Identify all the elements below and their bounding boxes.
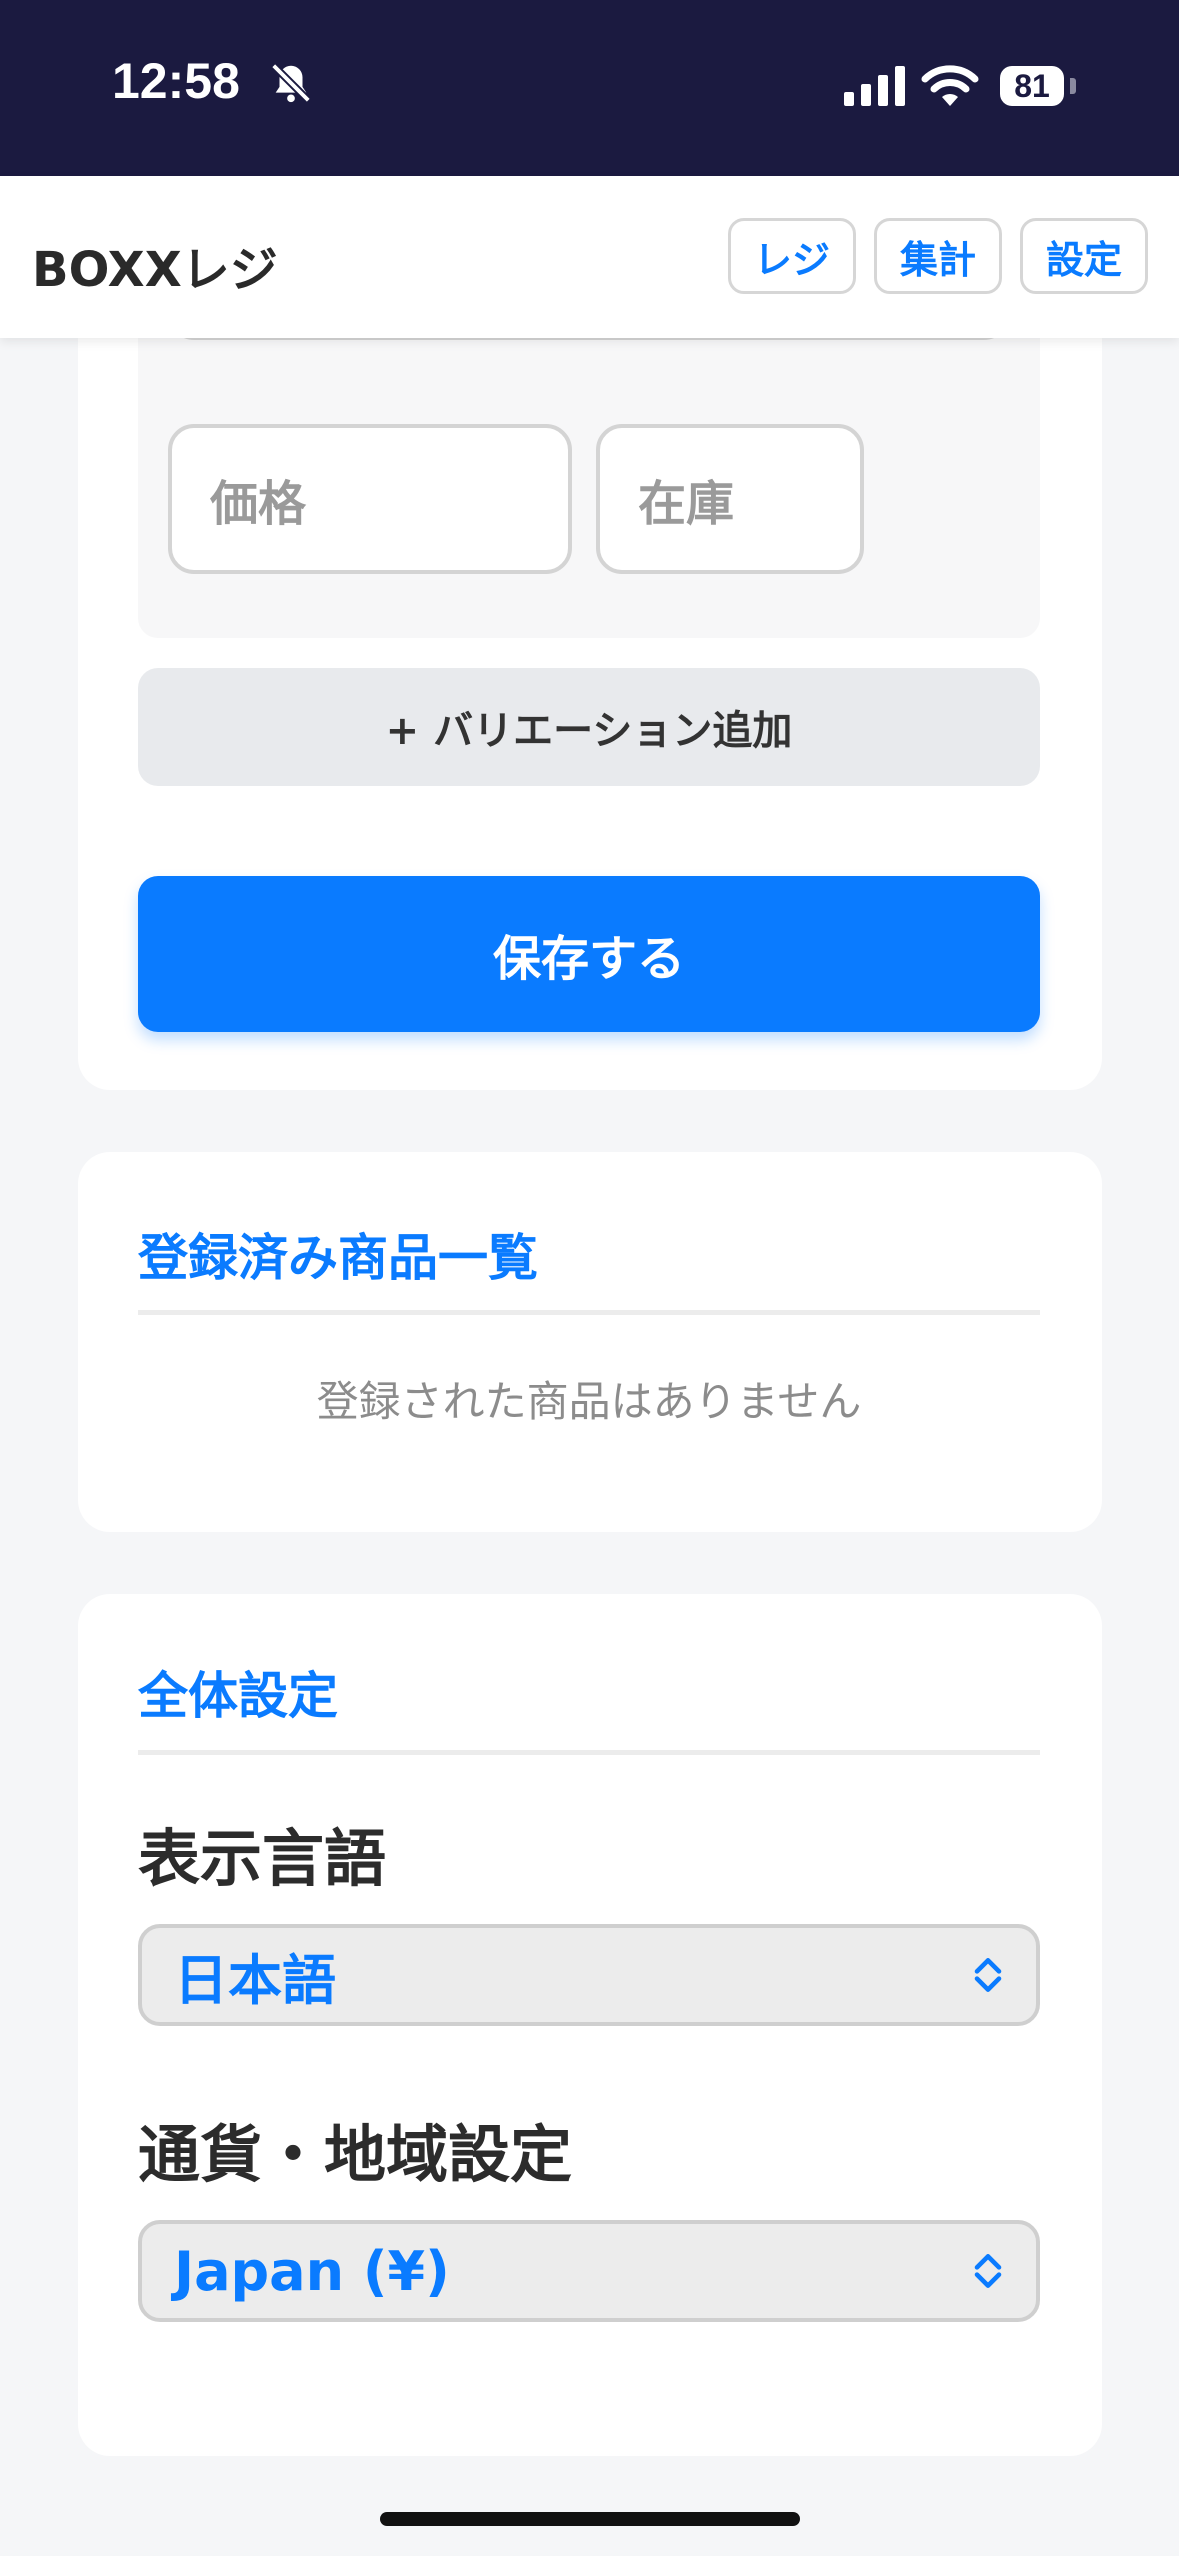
currency-select[interactable]: Japan (¥) — [138, 2220, 1040, 2322]
global-settings-card: 全体設定 表示言語 日本語 通貨・地域設定 Japan (¥) — [78, 1594, 1102, 2456]
currency-label: 通貨・地域設定 — [138, 2118, 573, 2191]
wifi-icon — [921, 65, 979, 106]
bell-muted-icon — [271, 63, 311, 103]
app-title: BOXXレジ — [32, 242, 278, 298]
nav-settings-button[interactable]: 設定 — [1020, 218, 1148, 294]
nav-summary-button[interactable]: 集計 — [874, 218, 1002, 294]
home-indicator[interactable] — [380, 2512, 800, 2526]
section-divider — [138, 1310, 1040, 1315]
settings-title: 全体設定 — [138, 1667, 338, 1725]
language-select[interactable]: 日本語 — [138, 1924, 1040, 2026]
nav-register-button[interactable]: レジ — [728, 218, 856, 294]
price-input[interactable]: 価格 — [168, 424, 572, 574]
battery-icon: 81 — [1000, 66, 1064, 106]
app-header: BOXXレジ レジ 集計 設定 — [0, 176, 1179, 338]
section-divider — [138, 1750, 1040, 1755]
chevron-up-down-icon — [974, 1958, 1002, 1992]
product-form-card: 価格 在庫 + バリエーション追加 保存する — [78, 240, 1102, 1090]
status-time: 12:58 — [112, 53, 240, 109]
battery-tip — [1070, 78, 1076, 94]
product-list-title: 登録済み商品一覧 — [138, 1229, 538, 1287]
empty-message: 登録された商品はありません — [316, 1377, 862, 1426]
cellular-signal-icon — [844, 66, 905, 106]
product-list-card: 登録済み商品一覧 登録された商品はありません — [78, 1152, 1102, 1532]
language-label: 表示言語 — [138, 1822, 387, 1895]
status-bar: 12:58 81 — [0, 0, 1179, 176]
currency-value: Japan (¥) — [174, 2239, 450, 2303]
variation-box: 価格 在庫 — [138, 240, 1040, 638]
chevron-up-down-icon — [974, 2254, 1002, 2288]
save-button[interactable]: 保存する — [138, 876, 1040, 1032]
add-variation-button[interactable]: + バリエーション追加 — [138, 668, 1040, 786]
language-value: 日本語 — [174, 1948, 336, 2012]
stock-input[interactable]: 在庫 — [596, 424, 864, 574]
